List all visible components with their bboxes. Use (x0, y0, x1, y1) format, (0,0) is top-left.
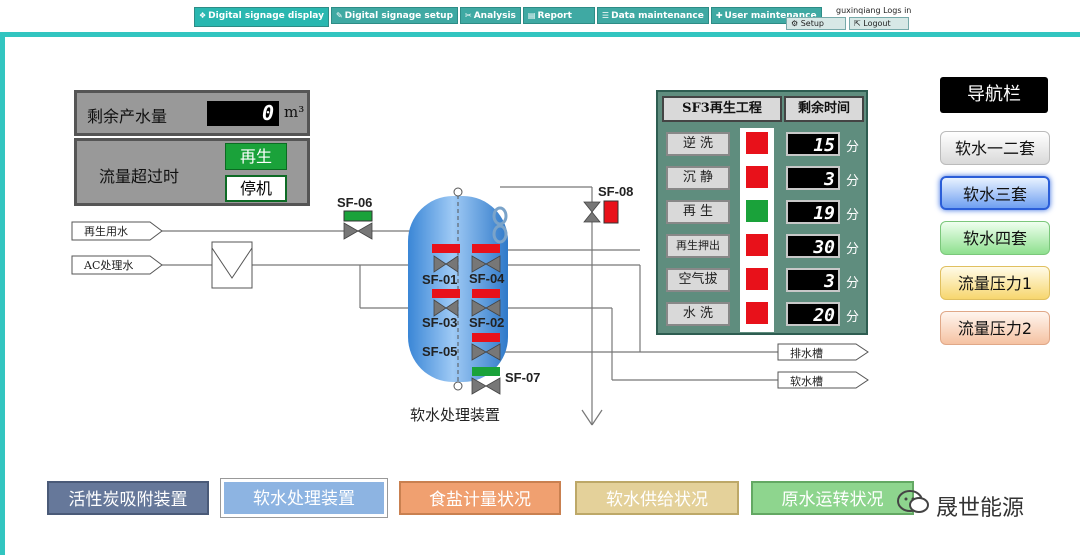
nav-softwater-4[interactable]: 软水四套 (940, 221, 1050, 255)
ac-water-label: AC处理水 (84, 259, 134, 272)
soft-water-label: 软水槽 (790, 375, 823, 388)
step-label: 空气拔 (666, 268, 730, 292)
step-time: 15 (786, 132, 840, 156)
step-time: 30 (786, 234, 840, 258)
status-indicator (746, 268, 768, 290)
drain-label: 排水槽 (790, 347, 823, 360)
nav-flow-pressure-2[interactable]: 流量压力2 (940, 311, 1050, 345)
valve-label-sf03: SF-03 (422, 315, 458, 330)
valve-label-sf04: SF-04 (469, 271, 505, 286)
sf06-status (343, 210, 373, 222)
watermark-text: 晟世能源 (936, 496, 1025, 521)
sf3-header: SF3再生工程 (662, 96, 782, 122)
valve-label-sf07: SF-07 (505, 370, 541, 385)
time-unit: 分 (846, 174, 860, 189)
btn-softwater-device[interactable]: 软水处理装置 (221, 479, 387, 517)
time-unit: 分 (846, 208, 860, 223)
process-diagram (71, 186, 869, 426)
btn-salt-metering[interactable]: 食盐计量状况 (399, 481, 561, 515)
sf07-status (472, 367, 500, 376)
btn-softwater-supply[interactable]: 软水供给状况 (575, 481, 739, 515)
valve-label-sf02: SF-02 (469, 315, 505, 330)
sf04-status (472, 244, 500, 253)
step-time: 3 (786, 268, 840, 292)
status-indicator (746, 166, 768, 188)
step-time: 3 (786, 166, 840, 190)
status-indicator (746, 302, 768, 324)
sf3-process-panel: SF3再生工程 剩余时间 逆 洗 沉 静 再 生 再生押出 空气拔 水 洗 15… (656, 90, 868, 335)
step-label: 逆 洗 (666, 132, 730, 156)
time-unit: 分 (846, 276, 860, 291)
wechat-icon (896, 488, 930, 516)
sf02-status (472, 289, 500, 298)
valve-label-sf05: SF-05 (422, 344, 458, 359)
time-unit: 分 (846, 140, 860, 155)
step-label: 沉 静 (666, 166, 730, 190)
device-label: 软水处理装置 (410, 406, 501, 424)
step-time: 19 (786, 200, 840, 224)
sf01-status (432, 244, 460, 253)
nav-softwater-3[interactable]: 软水三套 (940, 176, 1050, 210)
btn-raw-water[interactable]: 原水运转状况 (751, 481, 914, 515)
status-indicator-column (740, 128, 774, 332)
nav-flow-pressure-1[interactable]: 流量压力1 (940, 266, 1050, 300)
step-label: 再生押出 (666, 234, 730, 258)
time-unit: 分 (846, 242, 860, 257)
valve-label-sf08: SF-08 (598, 184, 634, 199)
btn-activated-carbon[interactable]: 活性炭吸附装置 (47, 481, 209, 515)
status-indicator (746, 132, 768, 154)
sf08-status (603, 200, 619, 224)
remaining-time-header: 剩余时间 (784, 96, 864, 122)
status-indicator (746, 200, 768, 222)
sf03-status (432, 289, 460, 298)
regen-water-label: 再生用水 (84, 225, 128, 238)
ac-filter (211, 241, 253, 289)
status-indicator (746, 234, 768, 256)
time-unit: 分 (846, 310, 860, 325)
step-label: 水 洗 (666, 302, 730, 326)
step-label: 再 生 (666, 200, 730, 224)
sf05-status (472, 333, 500, 342)
nav-softwater-1-2[interactable]: 软水一二套 (940, 131, 1050, 165)
valve-label-sf06: SF-06 (337, 195, 373, 210)
step-time: 20 (786, 302, 840, 326)
valve-label-sf01: SF-01 (422, 272, 458, 287)
nav-title: 导航栏 (940, 77, 1048, 113)
